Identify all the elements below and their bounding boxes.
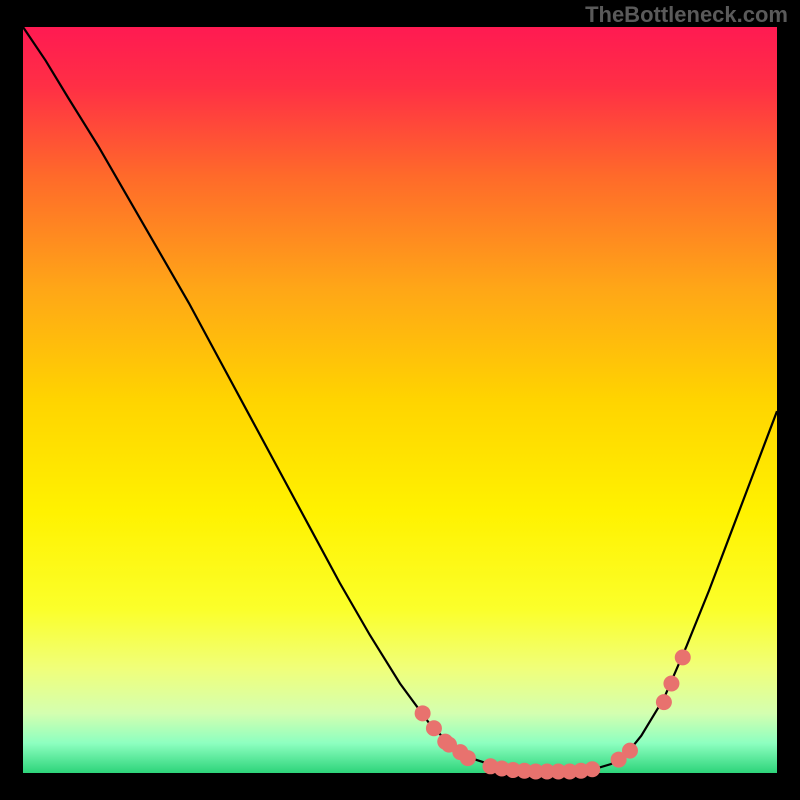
- scatter-point: [584, 761, 600, 777]
- watermark-text: TheBottleneck.com: [585, 2, 788, 28]
- scatter-point: [675, 649, 691, 665]
- plot-background: [23, 27, 777, 773]
- scatter-point: [663, 675, 679, 691]
- chart-container: TheBottleneck.com: [0, 0, 800, 800]
- chart-svg: [0, 0, 800, 800]
- scatter-point: [460, 750, 476, 766]
- scatter-point: [415, 705, 431, 721]
- scatter-point: [656, 694, 672, 710]
- scatter-point: [426, 720, 442, 736]
- scatter-point: [622, 743, 638, 759]
